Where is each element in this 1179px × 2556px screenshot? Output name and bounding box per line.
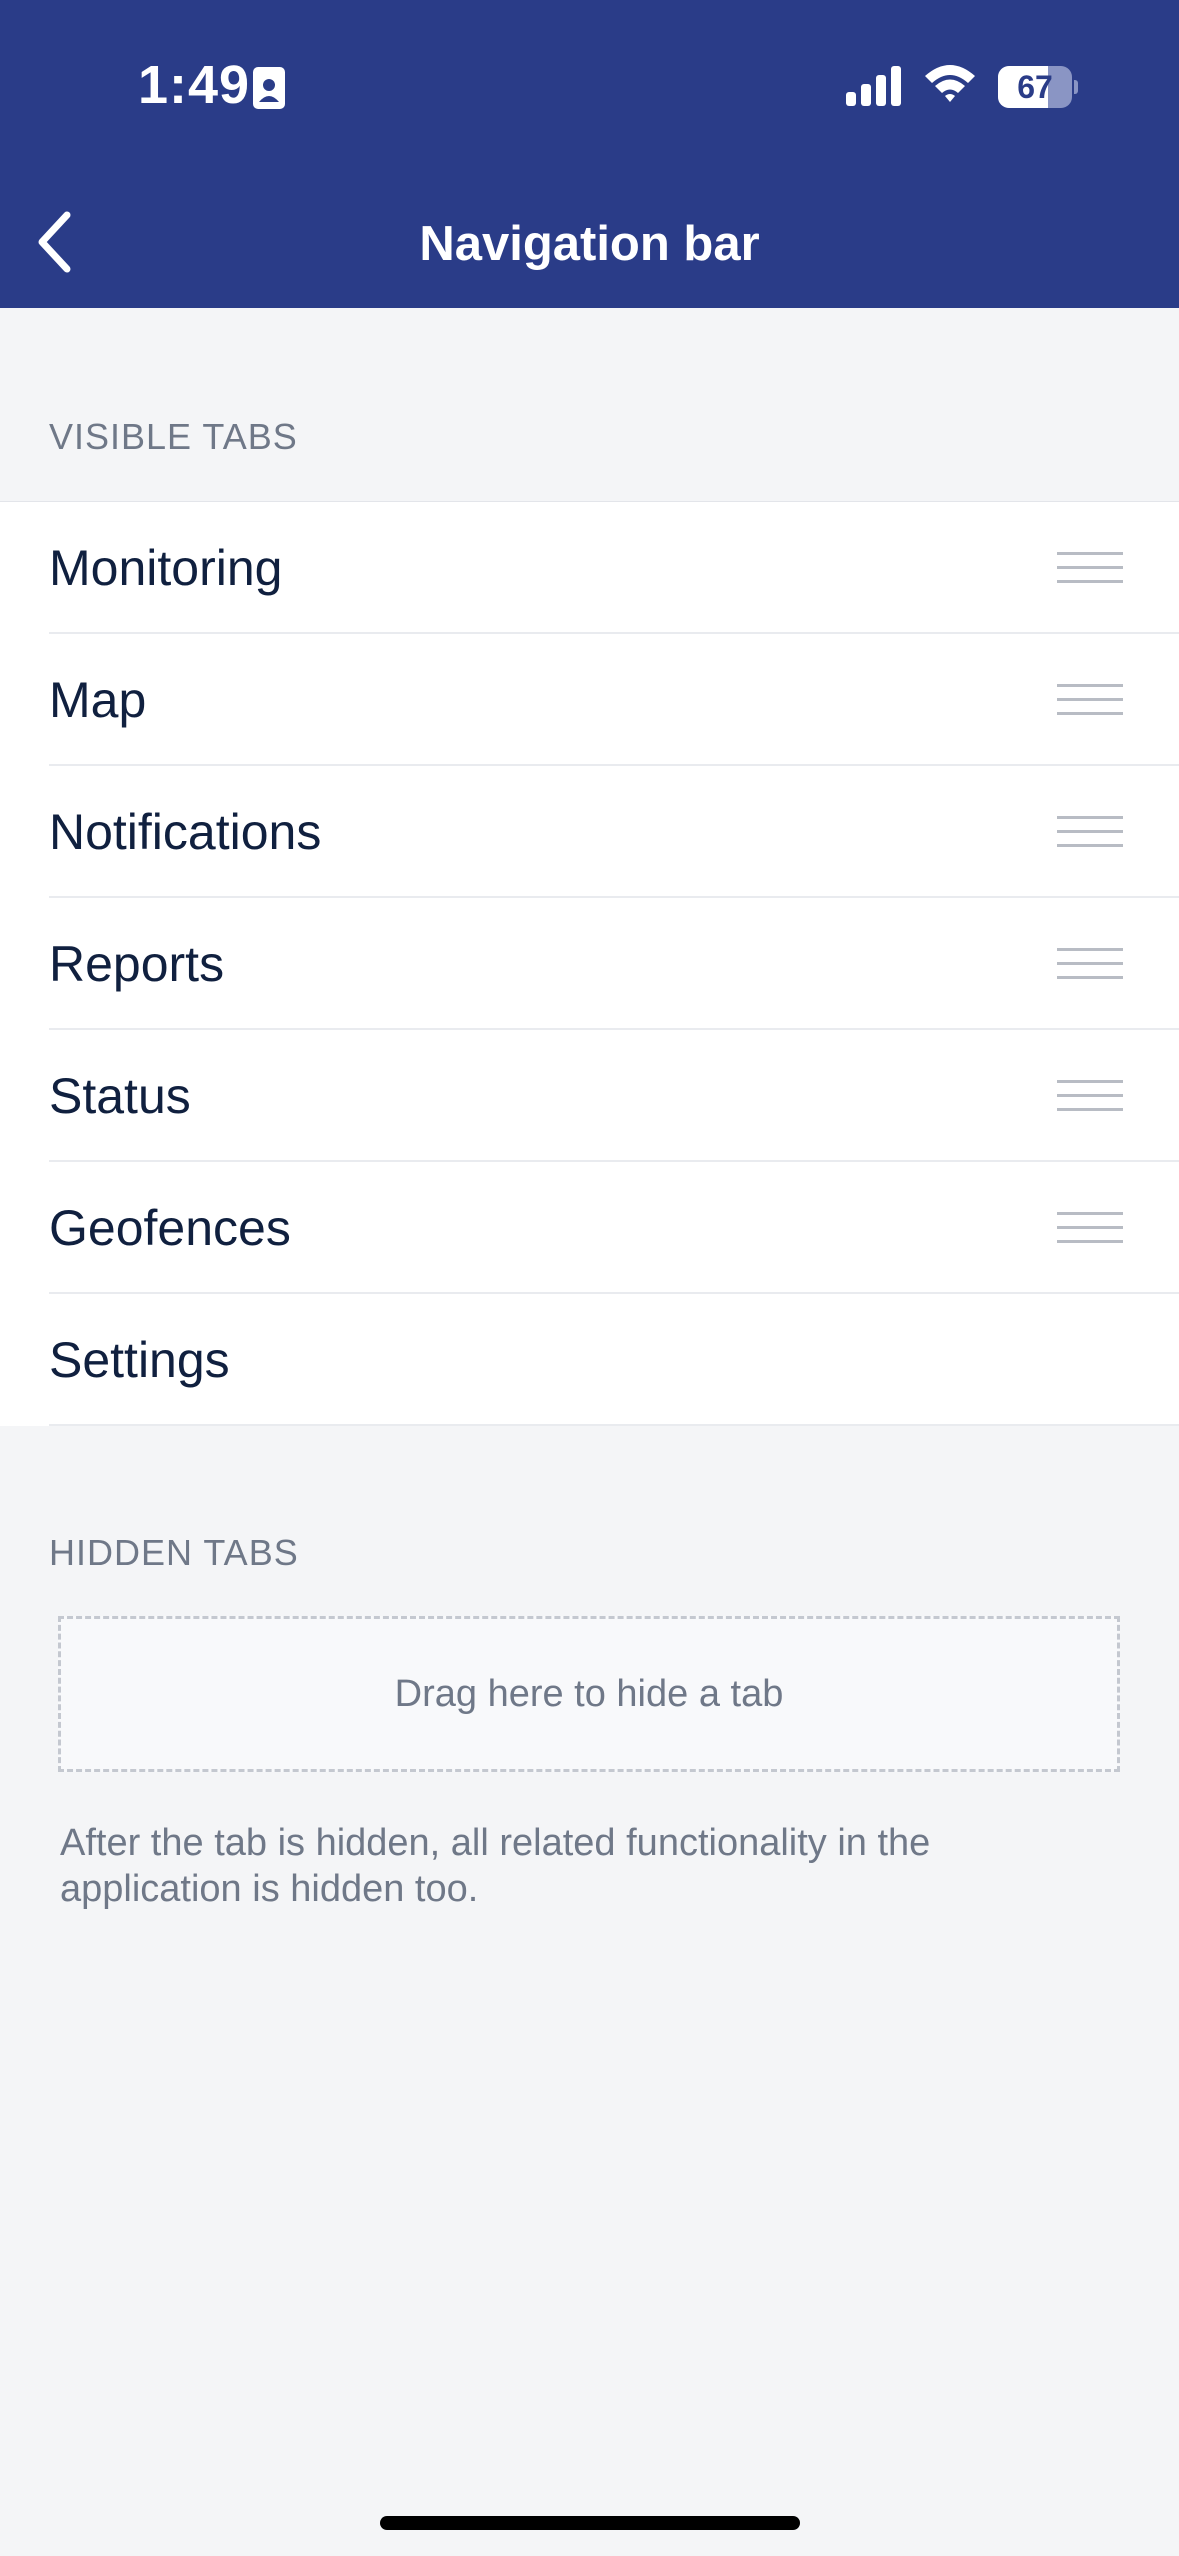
drag-handle-icon[interactable]: [1057, 946, 1123, 982]
tab-row-map[interactable]: Map: [0, 634, 1179, 766]
tab-label: Settings: [49, 1332, 230, 1388]
tab-row-monitoring[interactable]: Monitoring: [0, 502, 1179, 634]
visible-tabs-heading: VISIBLE TABS: [49, 416, 298, 457]
tab-row-notifications[interactable]: Notifications: [0, 766, 1179, 898]
tab-label: Map: [49, 672, 147, 728]
tab-label: Notifications: [49, 804, 322, 860]
home-indicator: [380, 2516, 800, 2530]
wifi-icon: [922, 62, 978, 111]
page-title: Navigation bar: [419, 217, 760, 271]
tab-label: Monitoring: [49, 540, 283, 596]
drag-handle-icon[interactable]: [1057, 682, 1123, 718]
signal-icon: [844, 66, 904, 111]
drag-handle-icon[interactable]: [1057, 1078, 1123, 1114]
tab-row-settings[interactable]: Settings: [0, 1294, 1179, 1426]
tab-label: Geofences: [49, 1200, 291, 1256]
hidden-tabs-hint: After the tab is hidden, all related fun…: [60, 1822, 931, 1910]
visible-tabs-list: Monitoring Map Notifications Reports Sta…: [0, 501, 1179, 1426]
hide-tab-drop-zone[interactable]: Drag here to hide a tab: [58, 1616, 1120, 1772]
header: 1:49 67 Navigation bar: [0, 0, 1179, 308]
hidden-tabs-heading: HIDDEN TABS: [49, 1532, 299, 1573]
battery-percent: 67: [1017, 69, 1053, 105]
drag-handle-icon[interactable]: [1057, 814, 1123, 850]
tab-row-geofences[interactable]: Geofences: [0, 1162, 1179, 1294]
drag-handle-icon[interactable]: [1057, 550, 1123, 586]
drag-handle-icon[interactable]: [1057, 1210, 1123, 1246]
tab-row-status[interactable]: Status: [0, 1030, 1179, 1162]
tab-label: Reports: [49, 936, 225, 992]
status-time: 1:49: [138, 55, 251, 115]
battery-indicator: 67: [998, 66, 1078, 108]
tab-row-reports[interactable]: Reports: [0, 898, 1179, 1030]
drop-zone-label: Drag here to hide a tab: [394, 1672, 784, 1715]
tab-label: Status: [49, 1068, 191, 1124]
id-card-icon: [252, 66, 286, 115]
